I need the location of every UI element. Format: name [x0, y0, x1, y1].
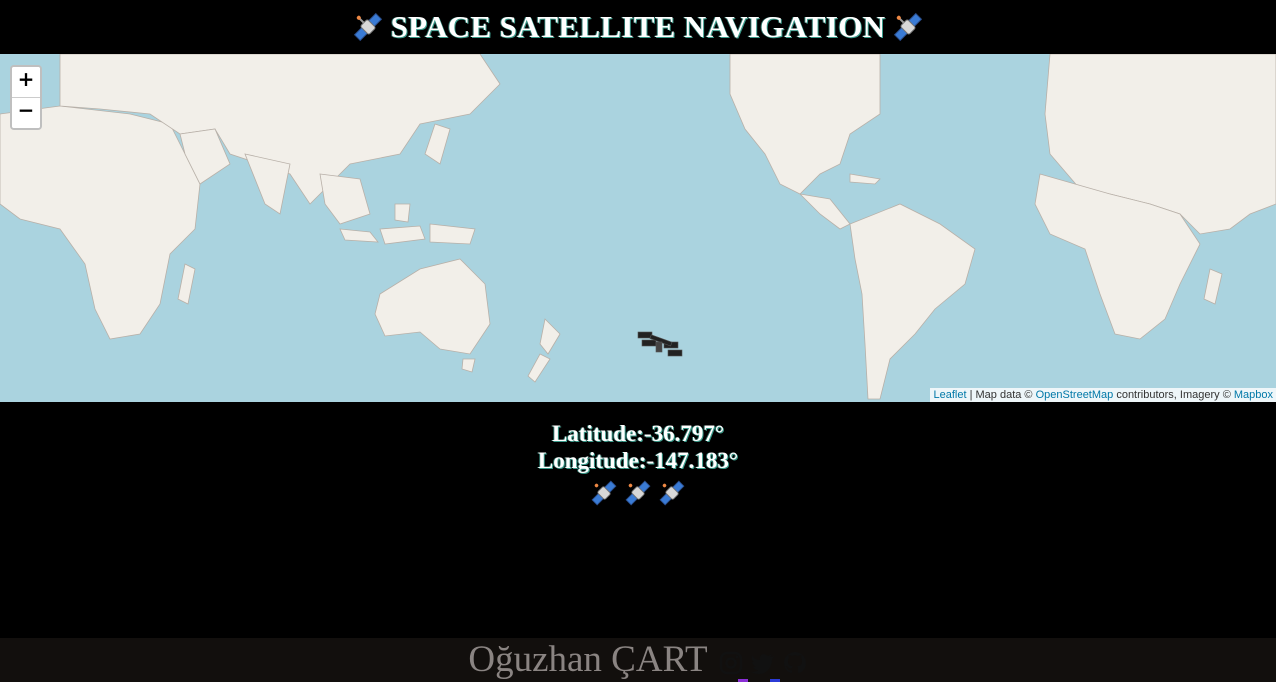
author-name: Oğuzhan ÇART — [468, 639, 708, 680]
github-icon — [783, 652, 806, 673]
satellite-icon — [353, 12, 382, 42]
mapbox-link[interactable]: Mapbox — [1234, 389, 1273, 401]
latitude-row: Latitude:-36.797° — [0, 420, 1276, 447]
instagram-icon — [719, 651, 742, 675]
satellite-icon — [659, 480, 685, 506]
map-attribution: Leaflet | Map data © OpenStreetMap contr… — [929, 388, 1276, 402]
twitter-link[interactable] — [750, 650, 780, 682]
world-map[interactable]: + − Leaflet | Map data © OpenStreetMap c… — [0, 54, 1276, 402]
attribution-separator: | Map data © — [966, 389, 1036, 401]
zoom-out-button[interactable]: − — [12, 97, 40, 128]
zoom-in-button[interactable]: + — [12, 67, 40, 97]
page-title: SPACE SATELLITE NAVIGATION — [390, 9, 886, 44]
twitter-icon — [750, 654, 774, 674]
github-link[interactable] — [782, 650, 808, 676]
page-header: SPACE SATELLITE NAVIGATION — [0, 0, 1276, 54]
latitude-label: Latitude: — [551, 421, 644, 446]
satellite-icon — [894, 12, 923, 42]
openstreetmap-link[interactable]: OpenStreetMap — [1036, 389, 1114, 401]
satellite-icon — [591, 480, 617, 506]
instagram-link[interactable] — [718, 650, 748, 682]
longitude-value: -147.183° — [646, 448, 739, 473]
zoom-control: + − — [10, 65, 42, 130]
satellite-emoji-row — [0, 478, 1276, 508]
longitude-row: Longitude:-147.183° — [0, 447, 1276, 474]
page-footer: Oğuzhan ÇART — [0, 638, 1276, 682]
satellite-icon — [625, 480, 651, 506]
iss-icon[interactable] — [636, 328, 684, 362]
longitude-label: Longitude: — [537, 448, 647, 473]
leaflet-link[interactable]: Leaflet — [934, 389, 967, 401]
social-links — [718, 650, 808, 682]
latitude-value: -36.797° — [643, 421, 725, 446]
attribution-contributors: contributors, Imagery © — [1113, 389, 1234, 401]
coordinates-panel: Latitude:-36.797° Longitude:-147.183° — [0, 402, 1276, 508]
